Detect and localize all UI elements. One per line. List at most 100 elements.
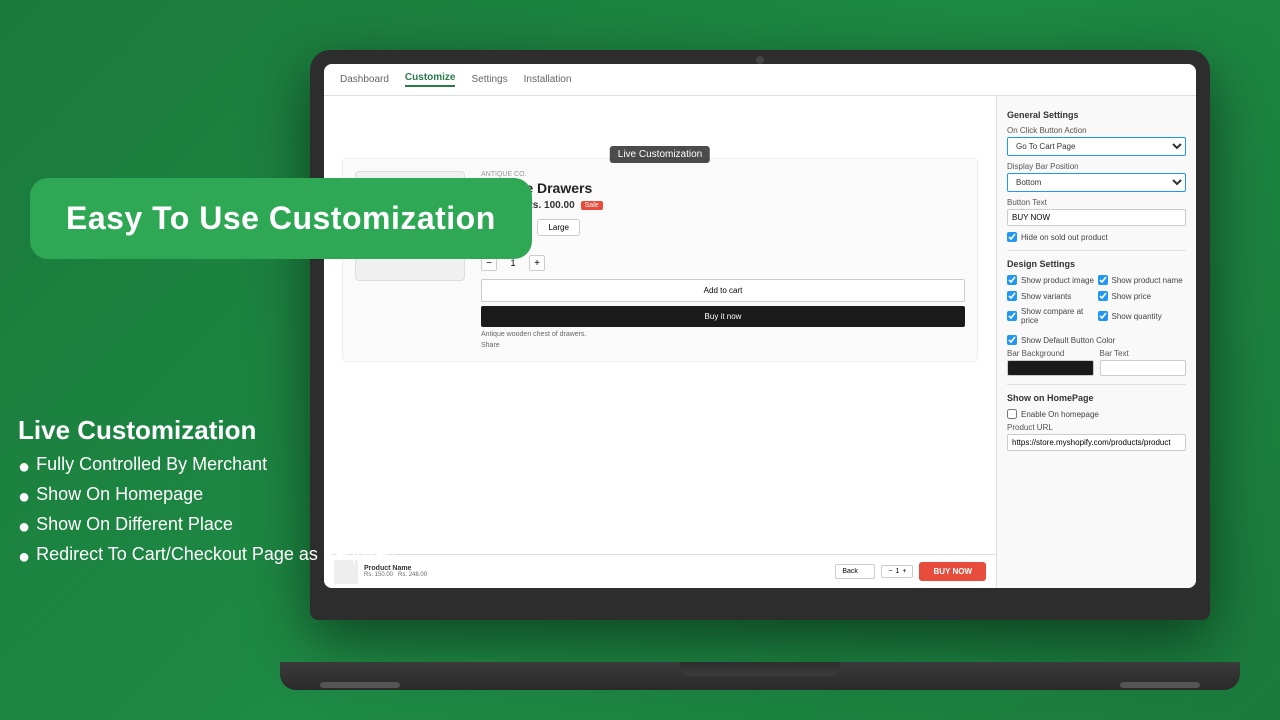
design-settings-title: Design Settings [1007, 259, 1186, 269]
show-price-label: Show price [1112, 292, 1152, 301]
screen-nav: Dashboard Customize Settings Installatio… [324, 64, 1196, 96]
show-on-homepage-title: Show on HomePage [1007, 393, 1186, 403]
hide-sold-out-label: Hide on sold out product [1021, 233, 1108, 242]
size-buttons: Medium Large [481, 219, 965, 236]
laptop-foot-left [320, 682, 400, 688]
show-quantity-label: Show quantity [1112, 312, 1162, 321]
list-item: ● Show On Different Place [18, 514, 396, 540]
button-text-input[interactable] [1007, 209, 1186, 226]
feature-item-label: Show On Homepage [36, 484, 203, 505]
bullet-icon: ● [18, 544, 30, 570]
product-description: Antique wooden chest of drawers. [481, 331, 965, 338]
laptop-camera [756, 56, 764, 64]
show-variants-label: Show variants [1021, 292, 1071, 301]
product-details: ANTIQUE CO. Antique Drawers Rs. 150.00 R… [481, 171, 965, 349]
bullet-icon: ● [18, 484, 30, 510]
product-vendor: ANTIQUE CO. [481, 171, 965, 178]
laptop: Dashboard Customize Settings Installatio… [310, 50, 1210, 690]
show-variants-checkbox[interactable] [1007, 291, 1017, 301]
show-product-image-checkbox[interactable] [1007, 275, 1017, 285]
sticky-product-price: Rs. 150.00 Rs. 248.00 [364, 572, 829, 578]
feature-list: Live Customization ● Fully Controlled By… [18, 415, 396, 574]
show-product-name-row: Show product name [1098, 275, 1187, 285]
show-price-checkbox[interactable] [1098, 291, 1108, 301]
show-compare-checkbox[interactable] [1007, 311, 1017, 321]
qty-value: 1 [503, 258, 523, 268]
nav-installation[interactable]: Installation [524, 74, 572, 85]
display-bar-select[interactable]: Bottom [1007, 173, 1186, 192]
product-url-input[interactable] [1007, 434, 1186, 451]
laptop-base [280, 662, 1240, 690]
color-row: Bar Background Bar Text [1007, 349, 1186, 376]
show-product-image-row: Show product image [1007, 275, 1096, 285]
general-settings-title: General Settings [1007, 110, 1186, 120]
show-default-button-color-checkbox[interactable] [1007, 335, 1017, 345]
show-variants-row: Show variants [1007, 291, 1096, 301]
qty-control: − 1 + [481, 255, 965, 271]
show-product-name-checkbox[interactable] [1098, 275, 1108, 285]
enable-on-homepage-checkbox[interactable] [1007, 409, 1017, 419]
bar-text-color[interactable] [1100, 360, 1187, 376]
button-text-label: Button Text [1007, 198, 1186, 207]
laptop-body: Dashboard Customize Settings Installatio… [310, 50, 1210, 620]
hero-badge: Easy To Use Customization [30, 178, 532, 259]
size-large-button[interactable]: Large [537, 219, 579, 236]
on-click-select[interactable]: Go To Cart Page [1007, 137, 1186, 156]
list-item: ● Fully Controlled By Merchant [18, 454, 396, 480]
sticky-product-name: Product Name [364, 565, 829, 572]
nav-customize[interactable]: Customize [405, 72, 456, 87]
sticky-buy-now-button[interactable]: BUY NOW [919, 562, 986, 581]
show-product-image-label: Show product image [1021, 276, 1094, 285]
product-price-row: Rs. 150.00 Rs. 100.00 Sale [481, 200, 965, 211]
share-link[interactable]: Share [481, 342, 965, 349]
nav-dashboard[interactable]: Dashboard [340, 74, 389, 85]
qty-increase-button[interactable]: + [529, 255, 545, 271]
hide-sold-out-checkbox[interactable] [1007, 232, 1017, 242]
buy-now-button[interactable]: Buy it now [481, 306, 965, 327]
qty-label: Quantity [481, 244, 965, 251]
bar-text-label: Bar Text [1100, 349, 1187, 358]
on-click-label: On Click Button Action [1007, 126, 1186, 135]
feature-item-label: Show On Different Place [36, 514, 233, 535]
screen-main: Live Customization [324, 96, 1196, 588]
bar-background-field: Bar Background [1007, 349, 1094, 376]
product-name: Antique Drawers [481, 180, 965, 196]
bar-text-field: Bar Text [1100, 349, 1187, 376]
show-quantity-row: Show quantity [1098, 307, 1187, 325]
list-item: ● Show On Homepage [18, 484, 396, 510]
sticky-price-current: Rs. 248.00 [398, 572, 427, 578]
feature-title: Live Customization [18, 415, 396, 446]
price-current: Rs. 100.00 [526, 200, 575, 211]
hero-badge-text: Easy To Use Customization [66, 200, 496, 236]
list-item: ● Redirect To Cart/Checkout Page as Requ… [18, 544, 396, 570]
show-product-name-label: Show product name [1112, 276, 1183, 285]
sticky-back-select[interactable]: Back [835, 564, 875, 579]
show-quantity-checkbox[interactable] [1098, 311, 1108, 321]
display-bar-label: Display Bar Position [1007, 162, 1186, 171]
divider [1007, 384, 1186, 385]
divider [1007, 250, 1186, 251]
bar-background-color[interactable] [1007, 360, 1094, 376]
show-default-button-color-label: Show Default Button Color [1021, 336, 1115, 345]
screen-content: Dashboard Customize Settings Installatio… [324, 64, 1196, 588]
sticky-qty-increase[interactable]: + [902, 568, 906, 575]
show-compare-row: Show compare at price [1007, 307, 1096, 325]
sticky-product-info: Product Name Rs. 150.00 Rs. 248.00 [364, 565, 829, 578]
sticky-bar: Product Name Rs. 150.00 Rs. 248.00 Back [324, 554, 996, 588]
product-url-label: Product URL [1007, 423, 1186, 432]
sale-badge: Sale [581, 201, 603, 210]
sticky-qty-control: − 1 + [881, 565, 913, 578]
bullet-icon: ● [18, 514, 30, 540]
enable-on-homepage-label: Enable On homepage [1021, 410, 1099, 419]
hide-sold-out-row: Hide on sold out product [1007, 232, 1186, 242]
sticky-qty-decrease[interactable]: − [888, 568, 892, 575]
sticky-qty-value: 1 [895, 568, 899, 575]
bullet-icon: ● [18, 454, 30, 480]
settings-panel: General Settings On Click Button Action … [996, 96, 1196, 588]
feature-item-label: Fully Controlled By Merchant [36, 454, 267, 475]
product-preview: Live Customization [324, 96, 996, 588]
show-price-row: Show price [1098, 291, 1187, 301]
nav-settings[interactable]: Settings [471, 74, 507, 85]
add-to-cart-button[interactable]: Add to cart [481, 279, 965, 302]
show-compare-label: Show compare at price [1021, 307, 1096, 325]
